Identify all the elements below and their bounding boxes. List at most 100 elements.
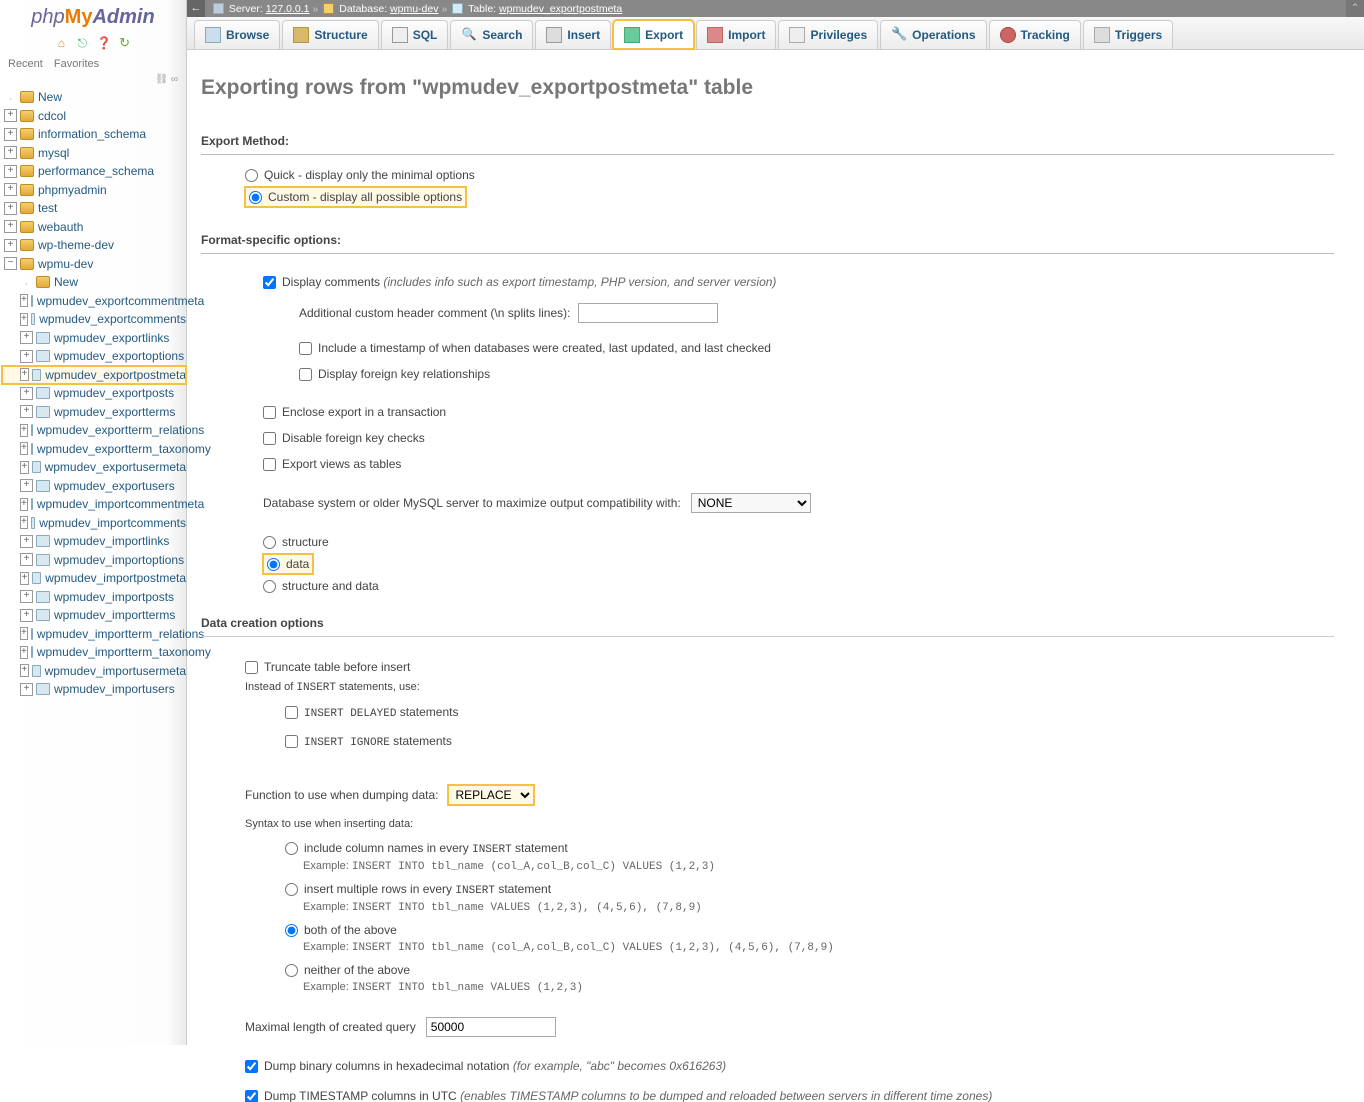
tree-table-wpmudev_importposts[interactable]: wpmudev_importposts xyxy=(2,588,186,607)
collapse-icon[interactable] xyxy=(4,257,17,270)
tree-db-wp-theme-dev[interactable]: wp-theme-dev xyxy=(2,236,186,255)
expand-icon[interactable] xyxy=(20,498,28,511)
structure-radio[interactable] xyxy=(263,536,276,549)
structure-label[interactable]: structure xyxy=(282,535,329,549)
tab-import[interactable]: Import xyxy=(696,20,776,49)
include-timestamp-label[interactable]: Include a timestamp of when databases we… xyxy=(318,341,771,355)
expand-icon[interactable] xyxy=(20,572,29,585)
tree-table-wpmudev_exportpostmeta[interactable]: wpmudev_exportpostmeta xyxy=(2,366,186,385)
structure-data-label[interactable]: structure and data xyxy=(282,579,379,593)
expand-icon[interactable] xyxy=(4,239,17,252)
expand-icon[interactable] xyxy=(20,553,33,566)
tree-db-phpmyadmin[interactable]: phpmyadmin xyxy=(2,181,186,200)
tree-table-wpmudev_importusermeta[interactable]: wpmudev_importusermeta xyxy=(2,662,186,681)
expand-icon[interactable] xyxy=(4,202,17,215)
insert-delayed-label[interactable]: INSERT DELAYED statements xyxy=(304,705,458,720)
tab-structure[interactable]: Structure xyxy=(282,20,378,49)
expand-icon[interactable] xyxy=(20,368,29,381)
expand-icon[interactable] xyxy=(20,461,29,474)
enclose-transaction-checkbox[interactable] xyxy=(263,406,276,419)
tree-table-wpmudev_importusers[interactable]: wpmudev_importusers xyxy=(2,680,186,699)
truncate-label[interactable]: Truncate table before insert xyxy=(264,660,410,674)
dump-binary-label[interactable]: Dump binary columns in hexadecimal notat… xyxy=(264,1059,726,1073)
expand-icon[interactable] xyxy=(20,331,33,344)
tree-db-cdcol[interactable]: cdcol xyxy=(2,107,186,126)
tree-db-test[interactable]: test xyxy=(2,199,186,218)
tree-table-wpmudev_exportterms[interactable]: wpmudev_exportterms xyxy=(2,403,186,422)
tree-db-information_schema[interactable]: information_schema xyxy=(2,125,186,144)
tree-table-wpmudev_exportposts[interactable]: wpmudev_exportposts xyxy=(2,384,186,403)
sidebar-tab-recent[interactable]: Recent xyxy=(8,58,43,70)
expand-icon[interactable] xyxy=(20,664,29,677)
truncate-checkbox[interactable] xyxy=(245,661,258,674)
tree-table-wpmudev_importpostmeta[interactable]: wpmudev_importpostmeta xyxy=(2,569,186,588)
expand-icon[interactable] xyxy=(20,683,33,696)
tree-db-wpmu-dev[interactable]: wpmu-dev xyxy=(2,255,186,274)
compat-select[interactable]: NONE xyxy=(691,493,811,513)
export-method-custom-label[interactable]: Custom - display all possible options xyxy=(268,190,462,204)
database-link[interactable]: wpmu-dev xyxy=(390,3,438,15)
data-label[interactable]: data xyxy=(286,557,309,571)
collapse-breadcrumb-icon[interactable]: ⌃ xyxy=(1346,0,1364,17)
tab-triggers[interactable]: Triggers xyxy=(1083,20,1173,49)
tree-new[interactable]: ·New xyxy=(2,88,186,107)
expand-icon[interactable] xyxy=(4,165,17,178)
syntax-neither-label[interactable]: neither of the above xyxy=(304,963,410,977)
sidebar-link-icon[interactable]: ⛓ ∞ xyxy=(0,74,186,86)
dump-function-select[interactable]: REPLACE xyxy=(448,785,534,805)
tree-table-wpmudev_exportusers[interactable]: wpmudev_exportusers xyxy=(2,477,186,496)
export-views-label[interactable]: Export views as tables xyxy=(282,457,401,471)
home-icon[interactable]: ⌂ xyxy=(54,36,68,50)
insert-ignore-checkbox[interactable] xyxy=(285,735,298,748)
export-method-custom-radio[interactable] xyxy=(249,191,262,204)
expand-icon[interactable] xyxy=(20,516,28,529)
tree-table-wpmudev_exportlinks[interactable]: wpmudev_exportlinks xyxy=(2,329,186,348)
expand-icon[interactable] xyxy=(20,535,33,548)
tree-db-performance_schema[interactable]: performance_schema xyxy=(2,162,186,181)
expand-icon[interactable] xyxy=(4,183,17,196)
tree-table-wpmudev_importcomments[interactable]: wpmudev_importcomments xyxy=(2,514,186,533)
export-method-quick-label[interactable]: Quick - display only the minimal options xyxy=(264,168,475,182)
tab-privileges[interactable]: Privileges xyxy=(778,20,878,49)
export-views-checkbox[interactable] xyxy=(263,458,276,471)
syntax-multi-label[interactable]: insert multiple rows in every INSERT sta… xyxy=(304,882,551,897)
expand-icon[interactable] xyxy=(20,424,28,437)
expand-icon[interactable] xyxy=(20,442,28,455)
tree-new-table[interactable]: ·New xyxy=(2,273,186,292)
expand-icon[interactable] xyxy=(20,479,33,492)
data-radio[interactable] xyxy=(267,558,280,571)
structure-data-radio[interactable] xyxy=(263,580,276,593)
tree-table-wpmudev_exportterm_relations[interactable]: wpmudev_exportterm_relations xyxy=(2,421,186,440)
tree-table-wpmudev_importoptions[interactable]: wpmudev_importoptions xyxy=(2,551,186,570)
expand-icon[interactable] xyxy=(4,146,17,159)
disable-fk-checkbox[interactable] xyxy=(263,432,276,445)
expand-icon[interactable] xyxy=(20,350,33,363)
tab-insert[interactable]: Insert xyxy=(535,20,611,49)
tree-db-webauth[interactable]: webauth xyxy=(2,218,186,237)
tree-table-wpmudev_importterms[interactable]: wpmudev_importterms xyxy=(2,606,186,625)
tab-browse[interactable]: Browse xyxy=(194,20,280,49)
expand-icon[interactable] xyxy=(4,220,17,233)
tree-table-wpmudev_exportterm_taxonomy[interactable]: wpmudev_exportterm_taxonomy xyxy=(2,440,186,459)
syntax-cols-radio[interactable] xyxy=(285,842,298,855)
tree-table-wpmudev_importterm_relations[interactable]: wpmudev_importterm_relations xyxy=(2,625,186,644)
logo[interactable]: phpMyAdmin xyxy=(0,0,186,33)
dump-timestamp-label[interactable]: Dump TIMESTAMP columns in UTC (enables T… xyxy=(264,1089,992,1102)
tree-table-wpmudev_exportcomments[interactable]: wpmudev_exportcomments xyxy=(2,310,186,329)
dump-binary-checkbox[interactable] xyxy=(245,1060,258,1073)
tree-db-mysql[interactable]: mysql xyxy=(2,144,186,163)
tab-export[interactable]: Export xyxy=(613,20,694,49)
max-length-input[interactable] xyxy=(426,1017,556,1037)
sidebar-tab-favorites[interactable]: Favorites xyxy=(54,58,99,70)
collapse-sidebar-icon[interactable]: ← xyxy=(187,0,205,17)
syntax-both-radio[interactable] xyxy=(285,924,298,937)
expand-icon[interactable] xyxy=(20,313,28,326)
server-link[interactable]: 127.0.0.1 xyxy=(266,3,310,15)
foreign-key-checkbox[interactable] xyxy=(299,368,312,381)
syntax-cols-label[interactable]: include column names in every INSERT sta… xyxy=(304,841,568,856)
expand-icon[interactable] xyxy=(4,128,17,141)
tab-sql[interactable]: SQL xyxy=(381,20,449,49)
dump-timestamp-checkbox[interactable] xyxy=(245,1090,258,1102)
table-link[interactable]: wpmudev_exportpostmeta xyxy=(499,3,622,15)
expand-icon[interactable] xyxy=(20,609,33,622)
